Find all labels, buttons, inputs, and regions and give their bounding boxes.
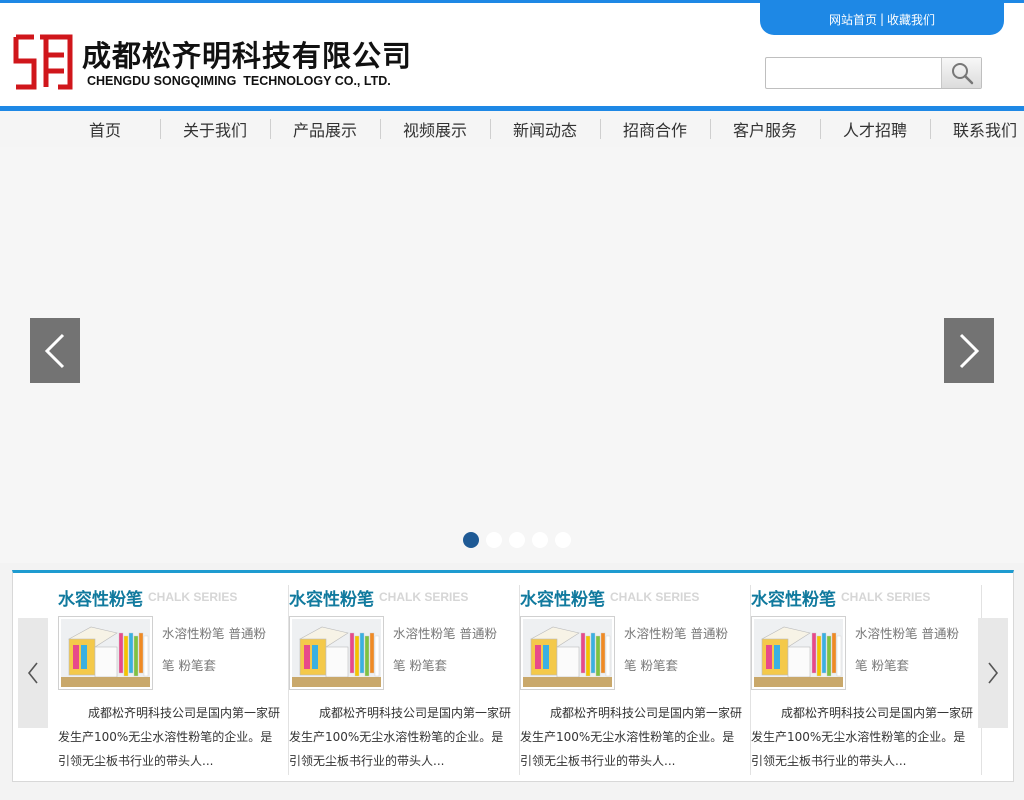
nav-item[interactable]: 人才招聘 xyxy=(820,111,930,147)
product-tags: 水溶性粉笔 普通粉笔 粉笔套 xyxy=(393,626,497,673)
search-input[interactable] xyxy=(766,58,942,88)
company-name-cn: 成都松齐明科技有限公司 xyxy=(82,39,413,73)
product-subtitle: CHALK SERIES xyxy=(841,590,931,604)
page: 成都松齐明科技有限公司 CHENGDU SONGQIMING TECHNOLOG… xyxy=(0,0,1024,800)
nav-item[interactable]: 产品展示 xyxy=(270,111,380,147)
product-subtitle: CHALK SERIES xyxy=(148,590,238,604)
product-image[interactable] xyxy=(520,616,615,690)
product-card[interactable]: 水容性粉笔 CHALK SERIES 水溶性粉笔 普通粉笔 粉笔套成都松齐明科技公司… xyxy=(289,585,520,775)
slider-dots xyxy=(463,532,571,548)
product-tags: 水溶性粉笔 普通粉笔 粉笔套 xyxy=(855,626,959,673)
nav-item[interactable]: 联系我们 xyxy=(930,111,1024,147)
product-card[interactable]: 水容性粉笔 CHALK SERIES 水溶性粉笔 普通粉笔 粉笔套成都松齐明科技公司… xyxy=(520,585,751,775)
search-box xyxy=(765,57,982,89)
product-tags: 水溶性粉笔 普通粉笔 粉笔套 xyxy=(624,626,728,673)
home-link[interactable]: 网站首页 xyxy=(829,11,877,28)
product-description: 成都松齐明科技公司是国内第一家研发生产100%无尘水溶性粉笔的企业。是引领无尘板… xyxy=(58,706,281,768)
product-card[interactable]: 水容性粉笔 CHALK SERIES 水溶性粉笔 普通粉笔 粉笔套成都松齐明科技公司… xyxy=(58,585,289,775)
product-image[interactable] xyxy=(289,616,384,690)
banner-slider xyxy=(0,147,1024,563)
favorite-link[interactable]: 收藏我们 xyxy=(887,11,935,28)
search-button[interactable] xyxy=(941,58,981,88)
chalk-box-image xyxy=(523,619,612,687)
product-subtitle: CHALK SERIES xyxy=(610,590,700,604)
nav-item[interactable]: 视频展示 xyxy=(380,111,490,147)
company-logo[interactable] xyxy=(12,33,74,91)
main-nav: 首页 关于我们 产品展示 视频展示 新闻动态 招商合作 客户服务 人才招聘 联系我们 xyxy=(0,111,1024,147)
top-links: 网站首页 | 收藏我们 xyxy=(760,3,1004,35)
nav-item[interactable]: 客户服务 xyxy=(710,111,820,147)
nav-item[interactable]: 首页 xyxy=(50,111,160,147)
nav-item[interactable]: 新闻动态 xyxy=(490,111,600,147)
slider-dot[interactable] xyxy=(509,532,525,548)
nav-item[interactable]: 关于我们 xyxy=(160,111,270,147)
product-description: 成都松齐明科技公司是国内第一家研发生产100%无尘水溶性粉笔的企业。是引领无尘板… xyxy=(520,706,743,768)
nav-item[interactable]: 招商合作 xyxy=(600,111,710,147)
product-title[interactable]: 水容性粉笔 xyxy=(520,585,605,610)
search-icon xyxy=(951,63,973,85)
product-title[interactable]: 水容性粉笔 xyxy=(289,585,374,610)
top-links-separator: | xyxy=(879,12,885,26)
banner-prev-button[interactable] xyxy=(30,318,80,383)
chalk-box-image xyxy=(754,619,843,687)
chalk-box-image xyxy=(61,619,150,687)
chalk-box-image xyxy=(292,619,381,687)
strip-prev-button[interactable] xyxy=(18,618,48,728)
product-title[interactable]: 水容性粉笔 xyxy=(751,585,836,610)
product-description: 成都松齐明科技公司是国内第一家研发生产100%无尘水溶性粉笔的企业。是引领无尘板… xyxy=(289,706,512,768)
chevron-right-icon xyxy=(988,662,999,684)
product-image[interactable] xyxy=(751,616,846,690)
company-name-en: CHENGDU SONGQIMING TECHNOLOGY CO., LTD. xyxy=(87,74,391,88)
slider-dot[interactable] xyxy=(555,532,571,548)
chevron-right-icon xyxy=(959,333,980,368)
product-title[interactable]: 水容性粉笔 xyxy=(58,585,143,610)
banner-next-button[interactable] xyxy=(944,318,994,383)
chevron-left-icon xyxy=(44,333,65,368)
product-card[interactable]: 水容性粉笔 CHALK SERIES 水溶性粉笔 普通粉笔 粉笔套成都松齐明科技公司… xyxy=(751,585,982,775)
product-strip: 水容性粉笔 CHALK SERIES 水溶性粉笔 普通粉笔 粉笔套 成都松齐明科技公司… xyxy=(12,570,1014,782)
product-image[interactable] xyxy=(58,616,153,690)
chevron-left-icon xyxy=(27,662,38,684)
slider-dot[interactable] xyxy=(486,532,502,548)
product-tags: 水溶性粉笔 普通粉笔 粉笔套 xyxy=(162,626,266,673)
slider-dot[interactable] xyxy=(532,532,548,548)
slider-dot[interactable] xyxy=(463,532,479,548)
header: 成都松齐明科技有限公司 CHENGDU SONGQIMING TECHNOLOG… xyxy=(0,0,1024,108)
product-description: 成都松齐明科技公司是国内第一家研发生产100%无尘水溶性粉笔的企业。是引领无尘板… xyxy=(751,706,974,768)
strip-next-button[interactable] xyxy=(978,618,1008,728)
nav-list: 首页 关于我们 产品展示 视频展示 新闻动态 招商合作 客户服务 人才招聘 联系我们 xyxy=(50,111,1024,147)
product-subtitle: CHALK SERIES xyxy=(379,590,469,604)
